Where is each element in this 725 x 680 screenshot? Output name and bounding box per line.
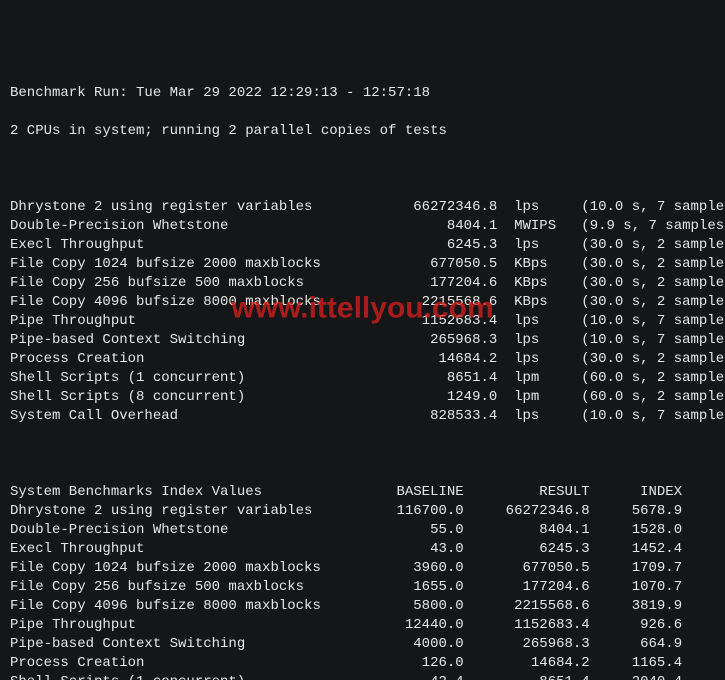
results-row: Double-Precision Whetstone 8404.1 MWIPS … <box>10 217 715 236</box>
header-line-2: 2 CPUs in system; running 2 parallel cop… <box>10 122 715 141</box>
index-table: System Benchmarks Index Values BASELINE … <box>10 483 715 680</box>
header-line-1: Benchmark Run: Tue Mar 29 2022 12:29:13 … <box>10 84 715 103</box>
index-row: File Copy 4096 bufsize 8000 maxblocks 58… <box>10 597 715 616</box>
results-row: File Copy 256 bufsize 500 maxblocks 1772… <box>10 274 715 293</box>
index-row: Process Creation 126.0 14684.2 1165.4 <box>10 654 715 673</box>
results-row: Pipe Throughput 1152683.4 lps (10.0 s, 7… <box>10 312 715 331</box>
index-row: Execl Throughput 43.0 6245.3 1452.4 <box>10 540 715 559</box>
blank <box>10 445 715 464</box>
index-row: File Copy 256 bufsize 500 maxblocks 1655… <box>10 578 715 597</box>
blank <box>10 160 715 179</box>
index-row: Pipe-based Context Switching 4000.0 2659… <box>10 635 715 654</box>
index-row: Shell Scripts (1 concurrent) 42.4 8651.4… <box>10 673 715 680</box>
results-row: Shell Scripts (8 concurrent) 1249.0 lpm … <box>10 388 715 407</box>
index-row: File Copy 1024 bufsize 2000 maxblocks 39… <box>10 559 715 578</box>
index-header-row: System Benchmarks Index Values BASELINE … <box>10 483 715 502</box>
results-row: Dhrystone 2 using register variables 662… <box>10 198 715 217</box>
results-row: File Copy 4096 bufsize 8000 maxblocks 22… <box>10 293 715 312</box>
results-table: Dhrystone 2 using register variables 662… <box>10 198 715 426</box>
index-row: Double-Precision Whetstone 55.0 8404.1 1… <box>10 521 715 540</box>
results-row: Execl Throughput 6245.3 lps (30.0 s, 2 s… <box>10 236 715 255</box>
results-row: Shell Scripts (1 concurrent) 8651.4 lpm … <box>10 369 715 388</box>
results-row: Pipe-based Context Switching 265968.3 lp… <box>10 331 715 350</box>
results-row: File Copy 1024 bufsize 2000 maxblocks 67… <box>10 255 715 274</box>
results-row: Process Creation 14684.2 lps (30.0 s, 2 … <box>10 350 715 369</box>
index-row: Dhrystone 2 using register variables 116… <box>10 502 715 521</box>
results-row: System Call Overhead 828533.4 lps (10.0 … <box>10 407 715 426</box>
index-row: Pipe Throughput 12440.0 1152683.4 926.6 <box>10 616 715 635</box>
